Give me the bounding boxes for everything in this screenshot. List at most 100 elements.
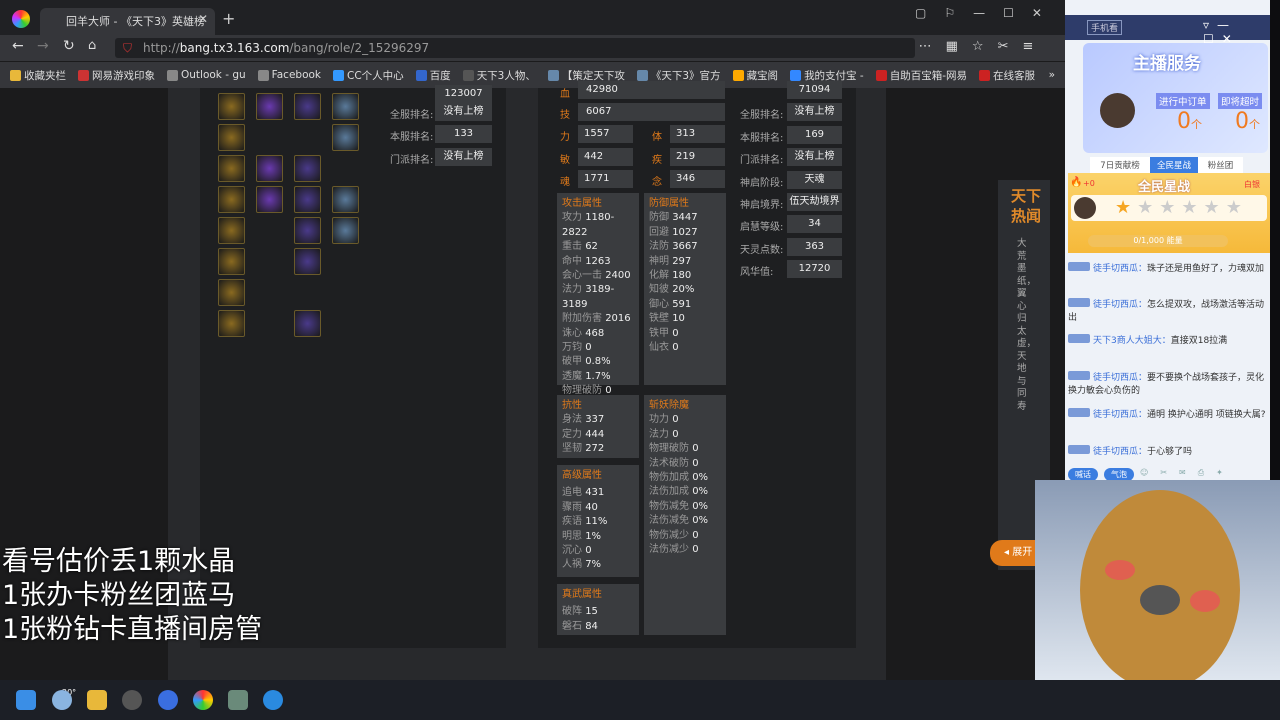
hot-title-1: 天下 xyxy=(1010,187,1041,205)
attribute-value: 180 xyxy=(672,270,692,282)
rank-label: 门派排名: xyxy=(740,155,784,167)
window-controls[interactable]: ▢⚐—☐✕ xyxy=(915,6,1060,20)
attribute-name: 会心一击 xyxy=(562,270,602,282)
attribute-row: 沉心 0 xyxy=(562,544,634,558)
tab-contribution[interactable]: 7日贡献榜 xyxy=(1090,157,1150,173)
back-icon[interactable]: ← xyxy=(12,38,24,54)
equipment-slot[interactable] xyxy=(332,93,359,120)
star-row: ★★★★★★ xyxy=(1071,195,1267,221)
equipment-slot[interactable] xyxy=(294,155,321,182)
attribute-row: 万钧 0 xyxy=(562,341,634,355)
game-icon[interactable] xyxy=(228,690,248,710)
app-icon[interactable] xyxy=(122,690,142,710)
start-icon[interactable] xyxy=(16,690,36,710)
overlay-line-2: 1张办卡粉丝团蓝马 xyxy=(2,580,236,611)
bookmark-item[interactable]: 在线客服 xyxy=(979,68,1035,83)
attribute-name: 磐石 xyxy=(562,620,582,632)
stream-topbar: 手机看 ▿—☐✕ xyxy=(1065,15,1270,46)
folder-icon[interactable] xyxy=(87,690,107,710)
count-1-value: 0 xyxy=(1177,109,1191,134)
equipment-slot[interactable] xyxy=(218,155,245,182)
attribute-name: 知彼 xyxy=(649,284,669,296)
equipment-slot[interactable] xyxy=(218,279,245,306)
equipment-slot[interactable] xyxy=(256,93,283,120)
box-title: 斩妖除魔 xyxy=(649,400,689,411)
bookmark-icon xyxy=(790,69,802,81)
more-bookmarks-icon[interactable]: » xyxy=(1049,69,1055,81)
equipment-slot[interactable] xyxy=(218,217,245,244)
tab-fan-club[interactable]: 粉丝团 xyxy=(1198,157,1243,173)
equipment-slot[interactable] xyxy=(332,186,359,213)
equipment-slot[interactable] xyxy=(294,186,321,213)
attribute-row: 物伤加成 0% xyxy=(649,471,721,485)
mobile-watch-button[interactable]: 手机看 xyxy=(1087,20,1123,35)
attribute-value: 444 xyxy=(585,428,605,440)
attribute-row: 诛心 468 xyxy=(562,327,634,341)
forward-icon[interactable]: → xyxy=(37,38,49,54)
k-app-icon[interactable] xyxy=(158,690,178,710)
equipment-slot[interactable] xyxy=(218,124,245,151)
window-controls-icons[interactable]: ▿—☐✕ xyxy=(1203,18,1270,46)
attribute-row: 物伤减免 0% xyxy=(649,500,721,514)
equipment-slot[interactable] xyxy=(218,248,245,275)
bookmark-item[interactable]: 藏宝阁 xyxy=(732,68,778,83)
equipment-slot[interactable] xyxy=(218,93,245,120)
rank-label[interactable]: 白银 xyxy=(1244,179,1260,190)
hp-value: 42980 xyxy=(578,81,725,99)
equipment-slot[interactable] xyxy=(332,217,359,244)
url-host: bang.tx3.163.com xyxy=(179,41,290,55)
chat-username[interactable]: 徒手切西瓜： xyxy=(1093,373,1147,383)
equipment-slot[interactable] xyxy=(294,93,321,120)
ie-icon[interactable] xyxy=(263,690,283,710)
home-icon[interactable]: ⌂ xyxy=(88,38,96,53)
equipment-slot[interactable] xyxy=(256,155,283,182)
count-2-value: 0 xyxy=(1235,109,1249,134)
tab-star-war[interactable]: 全民星战 xyxy=(1150,157,1198,173)
attribute-name: 明思 xyxy=(562,530,582,542)
chat-username[interactable]: 徒手切西瓜： xyxy=(1093,447,1147,457)
attribute-value: 442 xyxy=(578,147,633,166)
chat-username[interactable]: 徒手切西瓜： xyxy=(1093,264,1147,274)
attribute-value: 0 xyxy=(672,342,679,354)
bookmark-label: 自助百宝箱-网易 xyxy=(889,69,967,82)
attribute-value: 0% xyxy=(692,500,709,512)
attribute-label: 体 xyxy=(652,132,662,143)
hot-news-text[interactable]: 大荒墨纸，翼心归太虚，天地与同寿 xyxy=(1017,238,1036,413)
bookmark-item[interactable]: 网易游戏印象 xyxy=(78,68,155,83)
skill-value: 6067 xyxy=(578,103,725,121)
bookmark-item[interactable]: Outlook - gu xyxy=(167,69,246,81)
bookmark-item[interactable]: Facebook xyxy=(257,69,321,81)
browser-taskbar-icon[interactable] xyxy=(193,690,213,710)
equipment-slot[interactable] xyxy=(332,124,359,151)
menu-icons[interactable]: ☆⋯▦☆✂≡ xyxy=(893,39,1047,54)
bookmark-item[interactable]: 收藏夹栏 xyxy=(10,68,66,83)
reload-icon[interactable]: ↻ xyxy=(63,38,75,54)
equipment-slot[interactable] xyxy=(294,217,321,244)
bookmark-item[interactable]: CC个人中心 xyxy=(333,68,404,83)
tab-close-icon[interactable]: ✕ xyxy=(198,12,208,26)
orders-in-progress-button[interactable]: 进行中订单 xyxy=(1156,93,1210,109)
weather-icon[interactable] xyxy=(52,690,72,710)
bookmark-item[interactable]: 天下3人物、 xyxy=(462,68,536,83)
chat-username[interactable]: 天下3商人大姐大： xyxy=(1093,336,1171,346)
bookmark-item[interactable]: 自助百宝箱-网易 xyxy=(875,68,967,83)
attribute-row: 回避 1027 xyxy=(649,226,721,240)
new-tab-icon[interactable]: + xyxy=(222,9,235,28)
equipment-slot[interactable] xyxy=(294,310,321,337)
orders-timeout-button[interactable]: 即将超时 xyxy=(1218,93,1263,109)
chat-username[interactable]: 徒手切西瓜： xyxy=(1093,410,1147,420)
attribute-value: 84 xyxy=(585,620,598,632)
stream-overlay-text: 看号估价丢1颗水晶 1张办卡粉丝团蓝马 1张粉钻卡直播间房管 xyxy=(2,545,262,647)
advanced-attributes-box: 高级属性 追电 431 骤雨 40 疾语 11% 明思 1% 沉心 0 人祸 7% xyxy=(557,465,639,577)
equipment-slot[interactable] xyxy=(218,186,245,213)
bookmark-item[interactable]: 百度 xyxy=(415,68,451,83)
browser-logo-icon[interactable] xyxy=(12,10,30,28)
chat-text: 通明 换护心通明 项链换大属? xyxy=(1147,410,1266,420)
equipment-slot[interactable] xyxy=(294,248,321,275)
address-bar[interactable]: ⛉ http://bang.tx3.163.com/bang/role/2_15… xyxy=(115,38,915,58)
chat-username[interactable]: 徒手切西瓜： xyxy=(1093,300,1147,310)
equipment-slot[interactable] xyxy=(218,310,245,337)
equipment-slot[interactable] xyxy=(256,186,283,213)
tab-active[interactable]: 回羊大师 - 《天下3》英雄榜 xyxy=(40,8,215,35)
attribute-name: 命中 xyxy=(562,255,582,267)
